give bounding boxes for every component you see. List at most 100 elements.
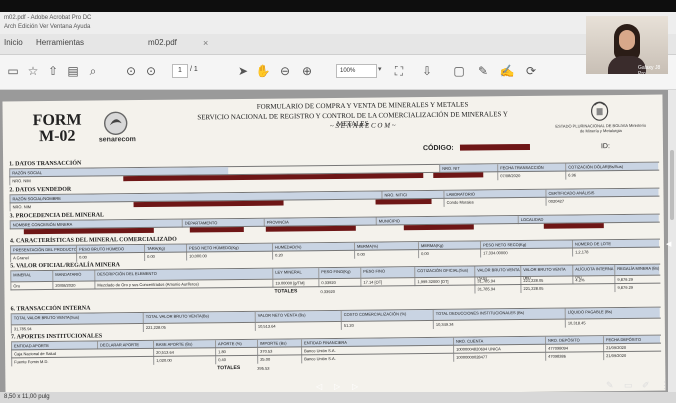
t4-v-5: 0.00 bbox=[354, 250, 420, 259]
form-title: FORM M-02 bbox=[32, 111, 82, 146]
close-tab-icon[interactable]: × bbox=[203, 38, 208, 48]
page-next-icon[interactable]: ▷ bbox=[352, 382, 358, 391]
t2-lab: Condo Morales bbox=[443, 197, 547, 207]
t4-v-4: 0.20 bbox=[272, 250, 356, 260]
t7-totals-label: TOTALES bbox=[217, 364, 241, 372]
bookmark-star-icon[interactable]: ☆ bbox=[26, 64, 40, 78]
draw-icon[interactable]: ✐ bbox=[642, 380, 650, 391]
section-1-title: 1. DATOS TRANSACCIÓN bbox=[9, 160, 82, 168]
brand-name: senarecom bbox=[98, 136, 136, 144]
t7-r2-2: 1,020.00 bbox=[153, 356, 217, 365]
t1-cotizacion: 6.96 bbox=[565, 170, 659, 180]
t6-v-4: 10,349.34 bbox=[432, 319, 566, 329]
section-6-title: 6. TRANSACCIÓN INTERNA bbox=[10, 305, 91, 313]
t4-v-2: 0.00 bbox=[144, 252, 188, 261]
side-panel-toggle-icon[interactable]: ◀ bbox=[666, 240, 671, 248]
t7-r2-3: 0.40 bbox=[215, 355, 259, 365]
search-icon[interactable]: ⌕ bbox=[86, 64, 100, 78]
codigo-label: CÓDIGO: bbox=[422, 144, 454, 153]
more-options-icon[interactable]: ⋮ bbox=[660, 380, 669, 391]
save-icon[interactable]: ▭ bbox=[6, 64, 20, 78]
tab-bar: Inicio Herramientas m02.pdf × bbox=[0, 34, 676, 55]
section-3-title: 3. PROCEDENCIA DEL MINERAL bbox=[9, 212, 105, 220]
t1-nim: NRO. NIM bbox=[9, 177, 43, 186]
screen-icon[interactable]: ▭ bbox=[624, 380, 633, 391]
scrollbar-thumb[interactable] bbox=[670, 150, 674, 220]
t4-v-0: A Granel bbox=[10, 253, 78, 263]
menu-bar[interactable]: Arch Edición Ver Ventana Ayuda bbox=[4, 24, 90, 30]
senarecom-logo-icon bbox=[104, 111, 128, 135]
header-line3: ~ S E N A R E C O M ~ bbox=[329, 121, 396, 131]
webcam-name-label: Galaxy J8 Pro bbox=[638, 65, 661, 74]
sign-icon[interactable]: ✍ bbox=[500, 64, 515, 78]
pdf-page: FORM M-02 senarecom FORMULARIO DE COMPRA… bbox=[2, 94, 666, 398]
t4-v-1: 0.00 bbox=[76, 252, 146, 262]
pen-icon[interactable]: ✎ bbox=[606, 380, 614, 391]
t5-h-0: MINERAL bbox=[10, 270, 54, 282]
t5-r2-8: 221,228.05 bbox=[520, 284, 574, 294]
t6-v-0: 31,785.94 bbox=[10, 323, 144, 334]
t5-h-9: ALÍCUOTA INTERNA (%) bbox=[572, 265, 616, 279]
t4-v-3: 10,000.00 bbox=[186, 251, 274, 261]
zoom-level-field[interactable]: 100% bbox=[336, 64, 377, 78]
t7-r2-0: Fuente Fomin M.D. bbox=[11, 357, 99, 367]
tab-document[interactable]: m02.pdf bbox=[148, 38, 177, 47]
t5-h-7: VALOR BRUTO VENTA (Sus) bbox=[474, 266, 522, 281]
section-7-title: 7. APORTES INSTITUCIONALES bbox=[10, 333, 103, 341]
codigo-redacted bbox=[459, 144, 530, 151]
t5-h-6: COTIZACIÓN OFICIAL(Sus) bbox=[414, 266, 476, 278]
redacted-provincia bbox=[265, 225, 356, 232]
t2-cert: 0020427 bbox=[545, 196, 659, 206]
t6-v-5: 10,318.45 bbox=[564, 318, 660, 328]
section-5-title: 5. VALOR OFICIAL/REGALÍA MINERA bbox=[10, 262, 121, 270]
t5-h-8: VALOR BRUTO VENTA (Bs) bbox=[520, 265, 574, 280]
zoom-in-icon[interactable]: ⊕ bbox=[300, 64, 314, 78]
page-number-input[interactable]: 1 bbox=[172, 64, 188, 78]
redacted-depto bbox=[189, 226, 244, 233]
t1-fecha: 07/08/2020 bbox=[497, 171, 567, 181]
t6-v-2: 10,513.64 bbox=[254, 321, 342, 331]
presenter-face bbox=[619, 30, 635, 50]
t7-r2-7: 47098386 bbox=[545, 352, 605, 361]
zoom-dropdown-icon[interactable]: ▾ bbox=[378, 65, 382, 73]
status-bar: 8,50 x 11,00 pulg bbox=[0, 392, 676, 403]
t4-v-8: 1,2,178 bbox=[572, 247, 660, 257]
fit-page-icon[interactable]: ⛶ bbox=[392, 64, 406, 78]
page-play-icon[interactable]: ▷ bbox=[334, 382, 340, 391]
more-tools-icon[interactable]: ⟳ bbox=[524, 64, 538, 78]
page-prev-icon[interactable]: ◁ bbox=[316, 382, 322, 391]
t7-r2-4: 25.00 bbox=[257, 355, 303, 364]
tab-herramientas[interactable]: Herramientas bbox=[36, 38, 84, 47]
window-title: m02.pdf - Adobe Acrobat Pro DC bbox=[4, 15, 92, 21]
share-icon[interactable]: ⇧ bbox=[46, 64, 60, 78]
top-black-bar bbox=[0, 0, 676, 12]
t7-r2-6: 10000000028477 bbox=[453, 352, 547, 362]
page-total: / 1 bbox=[190, 66, 198, 73]
form-title-line1: FORM bbox=[32, 111, 82, 130]
t5-h-10: REGALÍA MINERA (Bs) bbox=[614, 264, 660, 276]
t5-r2-7: 31,785.94 bbox=[474, 285, 522, 294]
print-icon[interactable]: ▤ bbox=[66, 64, 80, 78]
t4-v-7: 17,334.00000 bbox=[480, 248, 574, 258]
t7-totals-importe: 395.53 bbox=[257, 365, 270, 371]
previous-page-icon[interactable]: ⊙ bbox=[124, 64, 138, 78]
next-page-icon[interactable]: ⊙ bbox=[144, 64, 158, 78]
select-cursor-icon[interactable]: ➤ bbox=[236, 64, 250, 78]
section-2-title: 2. DATOS VENDEDOR bbox=[9, 186, 72, 194]
comment-icon[interactable]: ▢ bbox=[452, 64, 466, 78]
screen: m02.pdf - Adobe Acrobat Pro DC Arch Edic… bbox=[0, 0, 676, 403]
page-size-label: 8,50 x 11,00 pulg bbox=[4, 394, 50, 400]
codigo-field: CÓDIGO: bbox=[423, 144, 530, 152]
scroll-mode-icon[interactable]: ⇩ bbox=[420, 64, 434, 78]
toolbar: ▭ ☆ ⇧ ▤ ⌕ ⊙ ⊙ 1 / 1 ➤ ✋ ⊖ ⊕ 100% ▾ ⛶ ⇩ ▢… bbox=[0, 55, 676, 90]
t5-h-3: LEY MINERAL bbox=[272, 268, 320, 279]
bolivia-seal-icon bbox=[591, 101, 609, 121]
header-line1: FORMULARIO DE COMPRA Y VENTA DE MINERALE… bbox=[256, 100, 469, 111]
highlight-pen-icon[interactable]: ✎ bbox=[476, 64, 490, 78]
t5-totals-peso: 0.33920 bbox=[320, 288, 335, 295]
tab-inicio[interactable]: Inicio bbox=[4, 38, 23, 47]
zoom-out-icon[interactable]: ⊖ bbox=[278, 64, 292, 78]
redacted-nit bbox=[433, 172, 484, 178]
hand-tool-icon[interactable]: ✋ bbox=[256, 64, 271, 78]
t5-h-4: PESO FINO(Kg) bbox=[318, 267, 362, 279]
